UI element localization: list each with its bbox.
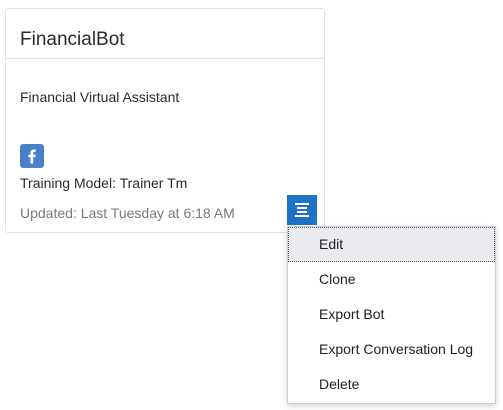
card-menu-button[interactable] xyxy=(287,195,317,225)
bots-page: FinancialBot Financial Virtual Assistant… xyxy=(0,0,503,410)
facebook-icon xyxy=(20,144,44,168)
bot-card-title[interactable]: FinancialBot xyxy=(20,29,125,51)
menu-item-export-conversation-log[interactable]: Export Conversation Log xyxy=(288,332,495,367)
menu-item-export-bot[interactable]: Export Bot xyxy=(288,297,495,332)
menu-item-delete[interactable]: Delete xyxy=(288,367,495,402)
menu-lines-icon xyxy=(295,203,309,217)
card-dropdown-menu: Edit Clone Export Bot Export Conversatio… xyxy=(287,226,496,404)
bot-card[interactable]: FinancialBot Financial Virtual Assistant… xyxy=(5,8,325,233)
menu-item-clone[interactable]: Clone xyxy=(288,262,495,297)
training-model-label: Training Model: Trainer Tm xyxy=(20,175,188,191)
bot-card-description: Financial Virtual Assistant xyxy=(20,89,180,105)
menu-item-edit[interactable]: Edit xyxy=(288,227,495,262)
updated-timestamp: Updated: Last Tuesday at 6:18 AM xyxy=(20,205,235,221)
